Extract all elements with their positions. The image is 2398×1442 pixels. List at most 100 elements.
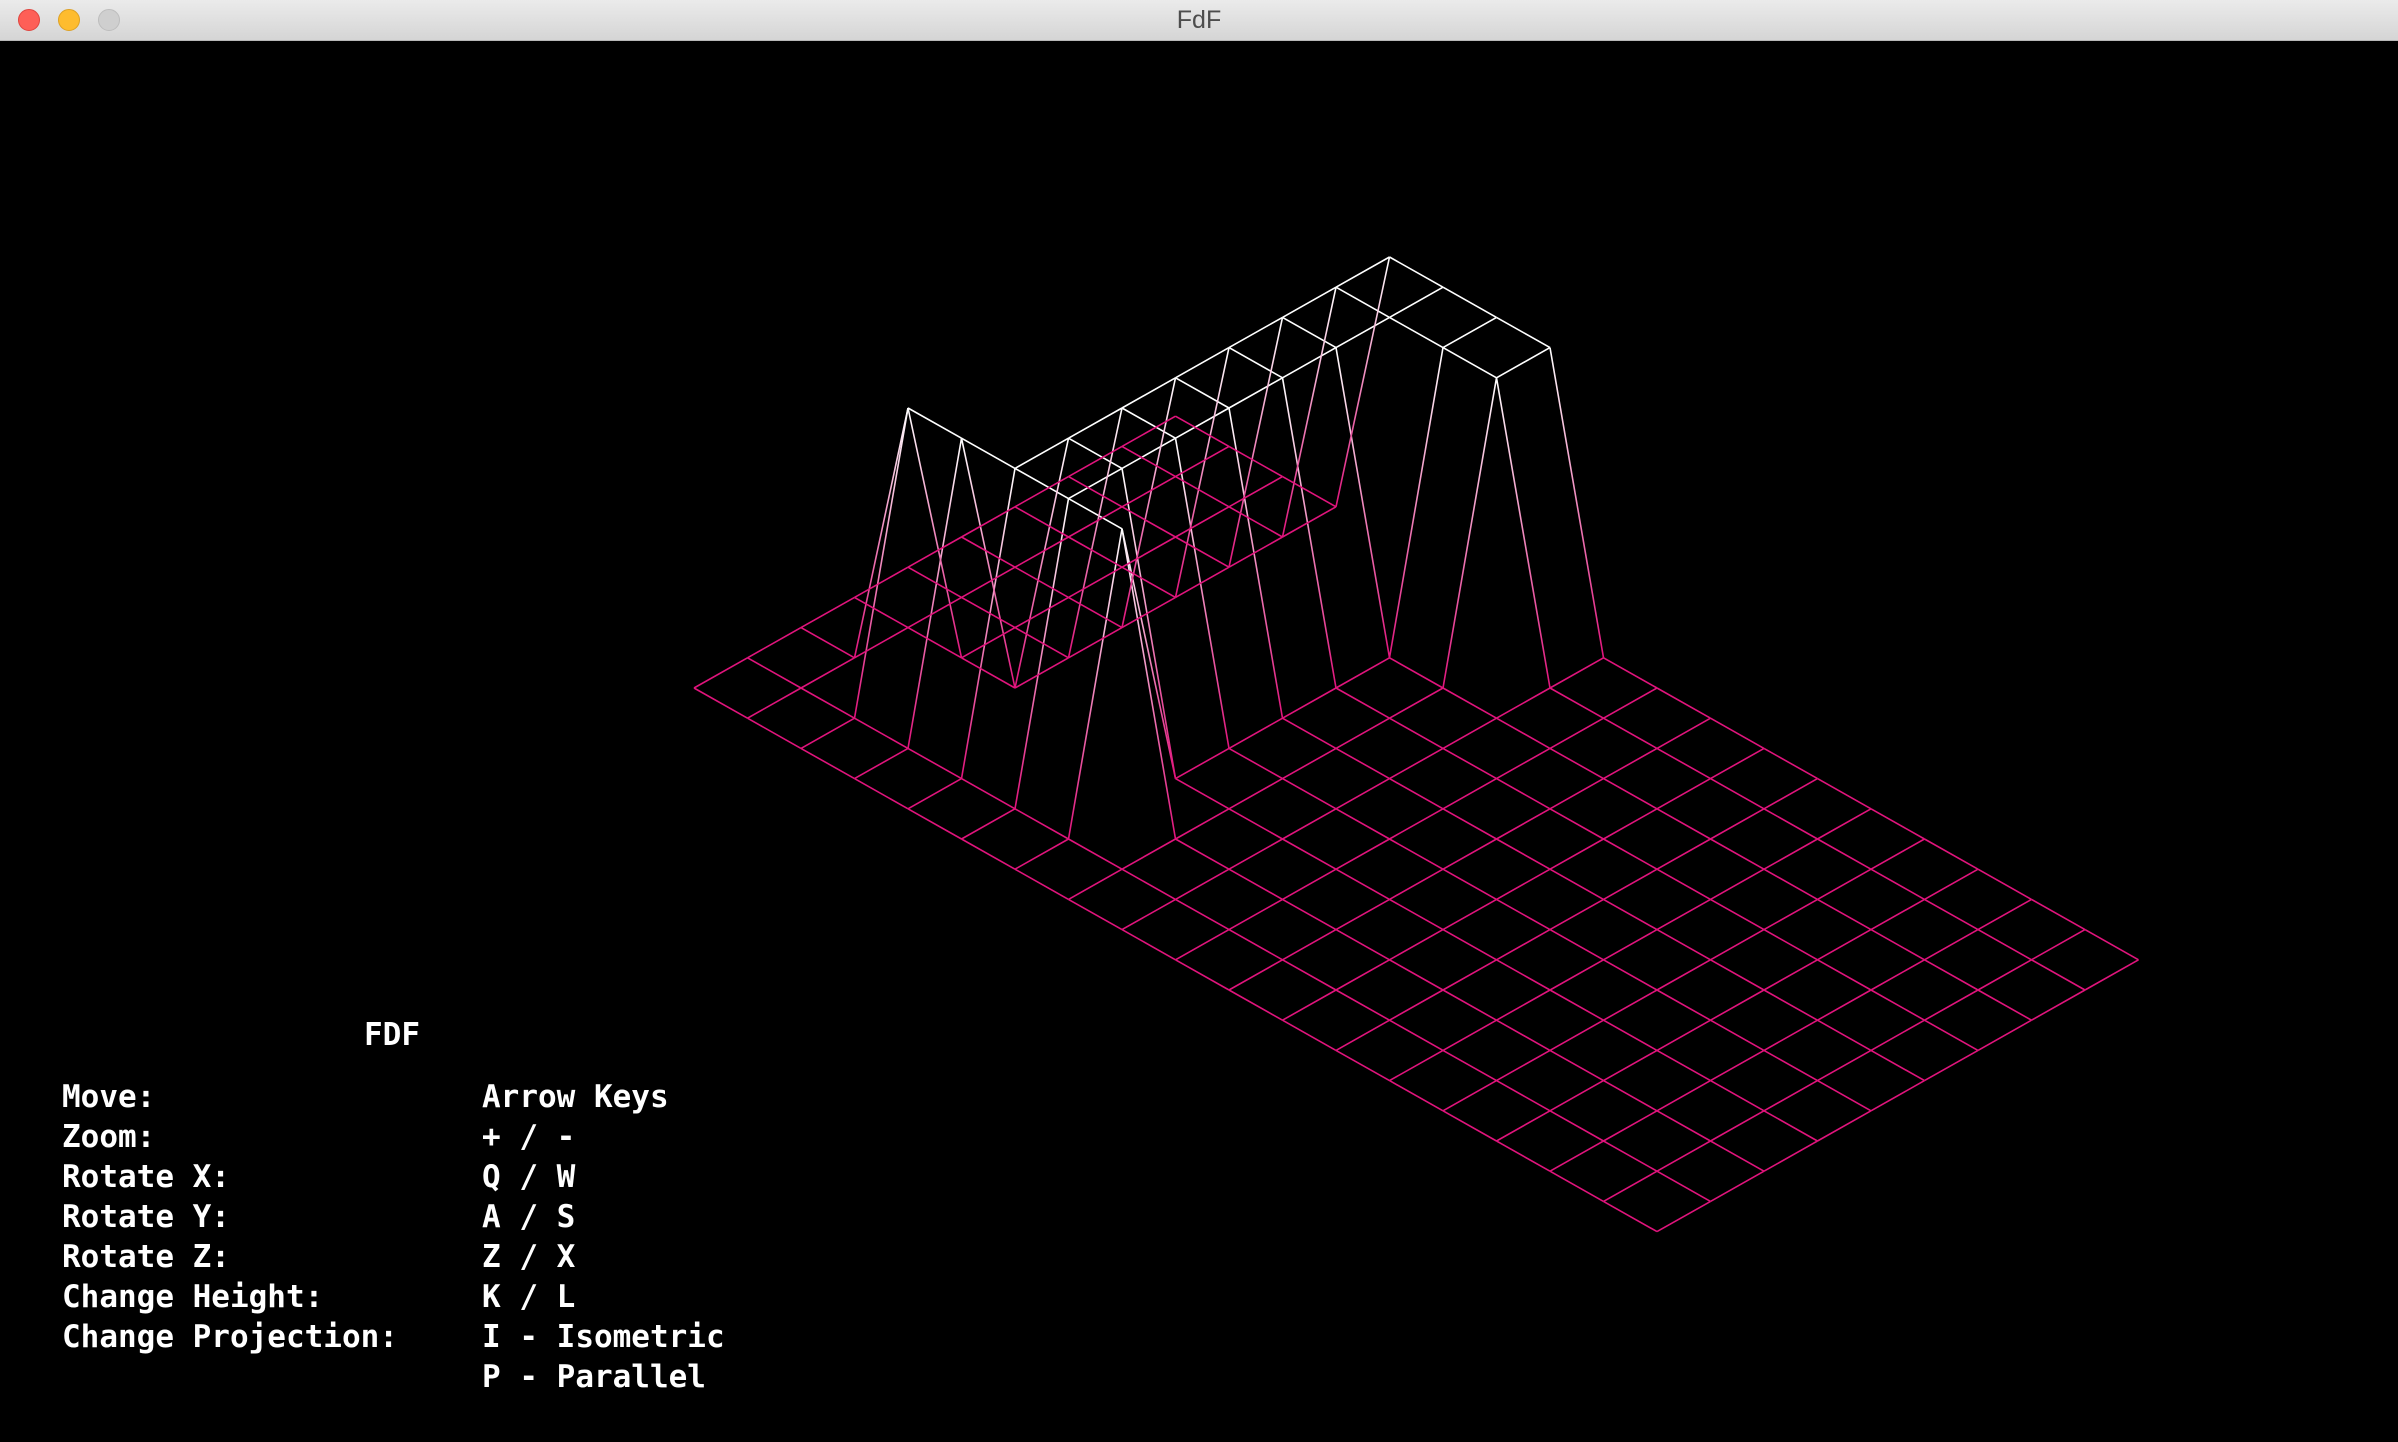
wireframe-edge (1442, 346, 1497, 379)
wireframe-edge (1335, 808, 1390, 840)
wireframe-edge (1175, 777, 1230, 810)
wireframe-edge (1603, 838, 1658, 870)
wireframe-edge (1228, 317, 1284, 568)
wireframe-edge (1175, 506, 1230, 538)
wireframe-edge (1656, 959, 1711, 991)
wireframe-edge (1335, 989, 1390, 1021)
wireframe-edge (1656, 1049, 1711, 1082)
wireframe-edge (1496, 316, 1551, 349)
wireframe-edge (1549, 1079, 1604, 1112)
wireframe-edge (961, 437, 1016, 470)
wireframe-edge (1710, 868, 1765, 901)
render-canvas[interactable]: FDF Move: Arrow Keys Zoom: + / - Rotate X: Q … (0, 42, 2398, 1442)
wireframe-edge (1496, 838, 1551, 870)
wireframe-edge (693, 657, 748, 689)
wireframe-edge (1549, 687, 1604, 719)
wireframe-edge (1924, 898, 1979, 931)
wireframe-edge (1014, 868, 1069, 901)
wireframe-edge (1389, 747, 1444, 780)
wireframe-edge (1549, 657, 1604, 689)
wireframe-edge (1549, 959, 1604, 991)
wireframe-edge (1496, 868, 1551, 901)
wireframe-edge (1763, 898, 1818, 931)
wireframe-edge (1817, 777, 1872, 810)
wireframe-edge (1175, 415, 1230, 448)
wireframe-edge (1282, 687, 1337, 719)
wireframe-edge (1389, 989, 1444, 1021)
wireframe-edge (1656, 1110, 1711, 1142)
wireframe-edge (1389, 1049, 1444, 1082)
wireframe-edge (1068, 626, 1123, 659)
control-keys: P - Parallel (482, 1359, 706, 1395)
wireframe-edge (1121, 445, 1176, 478)
wireframe-edge (1068, 407, 1123, 439)
wireframe-edge (1496, 989, 1551, 1021)
window-title: FdF (1176, 6, 1222, 34)
wireframe-edge (907, 536, 962, 568)
wireframe-edge (1870, 1019, 1925, 1052)
window-titlebar[interactable]: FdF (0, 0, 2398, 41)
wireframe-edge (1282, 286, 1337, 319)
wireframe-edge (853, 407, 909, 719)
wireframe-edge (1068, 536, 1123, 568)
wireframe-edge (1335, 928, 1390, 961)
wireframe-edge (1924, 838, 1979, 870)
wireframe-edge (1549, 347, 1605, 658)
wireframe-edge (1977, 898, 2032, 931)
wireframe-edge (1175, 808, 1230, 840)
wireframe-edge (1335, 347, 1391, 658)
wireframe-edge (1656, 928, 1711, 961)
wireframe-edge (1763, 989, 1818, 1021)
wireframe-edge (1121, 536, 1176, 568)
wireframe-edge (1763, 868, 1818, 901)
wireframe-edge (2031, 959, 2086, 991)
wireframe-edge (1763, 1049, 1818, 1082)
wireframe-edge (1442, 316, 1497, 349)
wireframe-edge (1228, 928, 1283, 961)
wireframe-edge (1817, 868, 1872, 901)
wireframe-map (693, 256, 2139, 1233)
wireframe-edge (1603, 1049, 1658, 1082)
wireframe-edge (1656, 868, 1711, 901)
wireframe-edge (1442, 1110, 1497, 1142)
wireframe-edge (1763, 959, 1818, 991)
wireframe-edge (1335, 256, 1391, 507)
wireframe-edge (907, 808, 962, 840)
wireframe-edge (1228, 717, 1283, 750)
wireframe-edge (1603, 777, 1658, 810)
wireframe-edge (693, 687, 748, 719)
wireframe-edge (1389, 717, 1444, 750)
wireframe-edge (1870, 1079, 1925, 1112)
wireframe-edge (800, 596, 855, 629)
control-keys: + / - (482, 1119, 576, 1155)
wireframe-edge (1924, 989, 1979, 1021)
wireframe-edge (1656, 1170, 1711, 1203)
wireframe-edge (1496, 928, 1551, 961)
wireframe-edge (1549, 928, 1604, 961)
wireframe-edge (1442, 898, 1497, 931)
control-label: Change Projection: (62, 1319, 398, 1355)
wireframe-edge (1442, 808, 1497, 840)
wireframe-edge (1924, 1049, 1979, 1082)
wireframe-edge (1335, 1049, 1390, 1082)
wireframe-edge (1175, 346, 1230, 379)
wireframe-edge (1656, 687, 1711, 719)
wireframe-edge (1389, 286, 1444, 319)
wireframe-edge (961, 657, 1016, 689)
wireframe-edge (1282, 898, 1337, 931)
wireframe-edge (1121, 838, 1176, 870)
wireframe-edge (1603, 687, 1658, 719)
wireframe-edge (854, 626, 909, 659)
wireframe-edge (1228, 868, 1283, 901)
wireframe-edge (1603, 1110, 1658, 1142)
wireframe-edge (1924, 1019, 1979, 1052)
control-label: Rotate X: (62, 1159, 230, 1195)
wireframe-edge (854, 777, 909, 810)
wireframe-edge (1068, 838, 1123, 870)
wireframe-edge (1710, 1110, 1765, 1142)
wireframe-edge (1442, 747, 1497, 780)
wireframe-edge (1817, 1019, 1872, 1052)
wireframe-edge (1335, 898, 1390, 931)
control-label: Change Height: (62, 1279, 324, 1315)
wireframe-edge (1014, 808, 1069, 840)
